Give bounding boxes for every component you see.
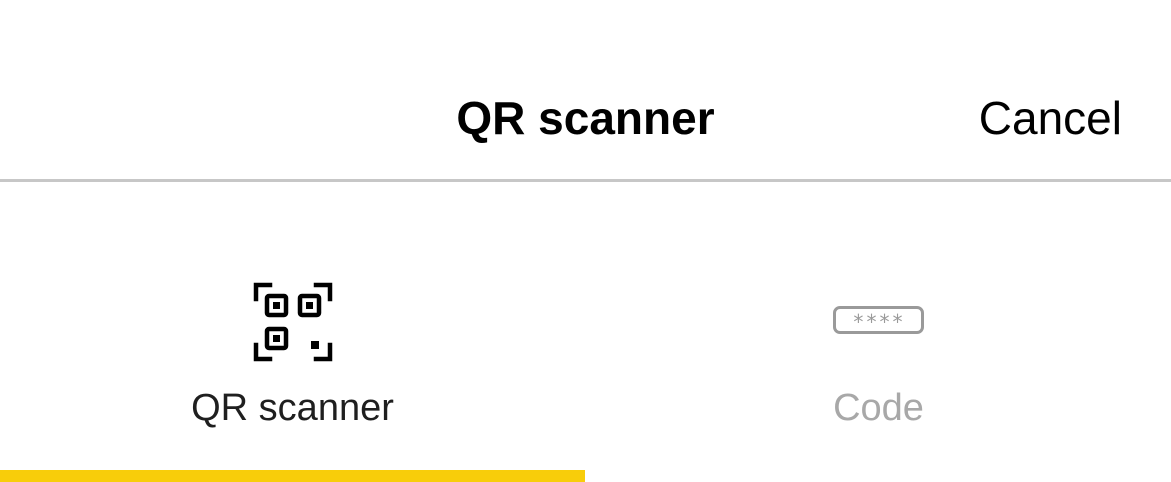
selected-tab-indicator bbox=[0, 470, 585, 482]
tab-qr-scanner[interactable]: QR scanner bbox=[0, 182, 585, 482]
tab-code[interactable]: **** Code bbox=[586, 182, 1171, 482]
qr-code-icon bbox=[253, 282, 332, 362]
mode-tabs: QR scanner **** Code bbox=[0, 182, 1171, 482]
cancel-button[interactable]: Cancel bbox=[979, 89, 1122, 147]
code-mask-text: **** bbox=[852, 310, 905, 334]
tab-label: QR scanner bbox=[191, 387, 394, 429]
qr-scanner-screen: QR scanner Cancel QR scanner **** Code bbox=[0, 0, 1171, 482]
code-field-icon: **** bbox=[833, 306, 924, 334]
tab-label: Code bbox=[833, 387, 924, 429]
navigation-bar: QR scanner Cancel bbox=[0, 0, 1171, 182]
